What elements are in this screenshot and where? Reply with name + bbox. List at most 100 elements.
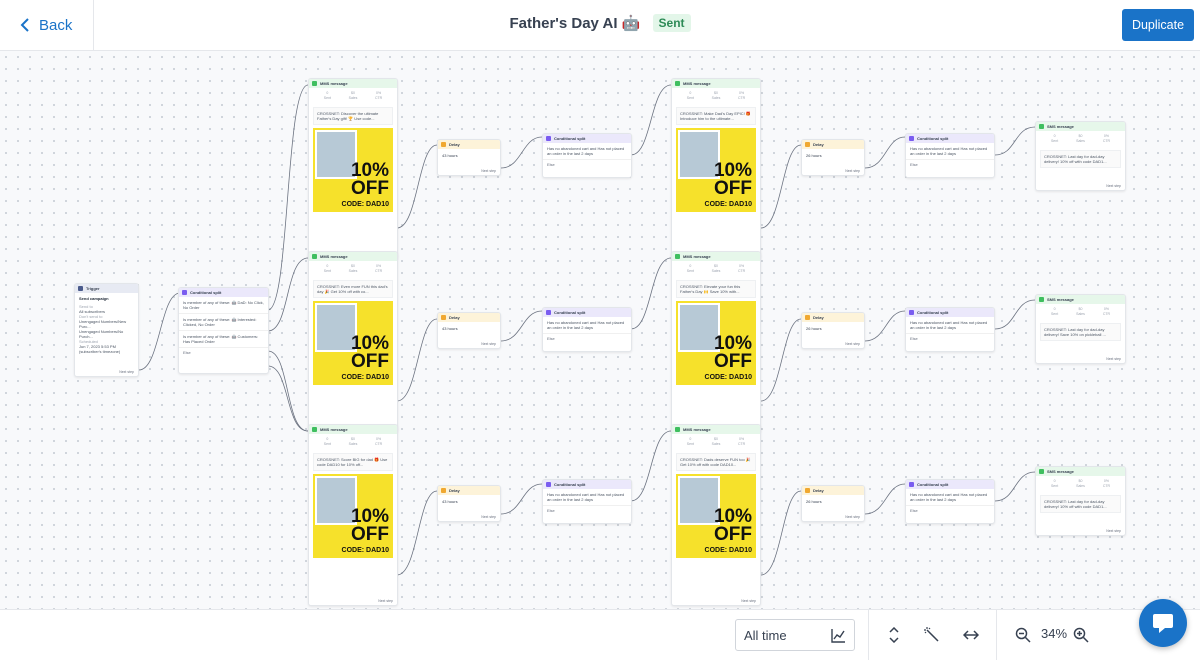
split-node[interactable]: Conditional split Has no abandoned cart … [905, 133, 995, 178]
stat-ctr: 0% CTR [1102, 307, 1111, 316]
split-icon [909, 310, 914, 315]
mms-header: MMS message [309, 425, 397, 434]
message-icon [312, 254, 317, 259]
stat-sent: 0 Sent [1050, 307, 1059, 316]
next-step-label: Next step [741, 599, 756, 603]
delay-header: Delay [802, 140, 864, 149]
duplicate-button[interactable]: Duplicate [1122, 9, 1194, 41]
next-step-label: Next step [1106, 357, 1121, 361]
delay-node[interactable]: Delay 26 hours Next step [801, 139, 865, 176]
next-step-label: Next step [481, 342, 496, 346]
next-step-label: Next step [845, 169, 860, 173]
delay-header: Delay [802, 313, 864, 322]
mms-text: CROSSNET: Make Dad's Day EPIC! 🎁 Introdu… [676, 107, 756, 125]
stat-sales: $0 Sales [348, 264, 358, 273]
split-node[interactable]: Conditional split Has no abandoned cart … [542, 479, 632, 524]
connector [500, 136, 543, 169]
stat-sales: $0 Sales [348, 91, 358, 100]
mms-node[interactable]: MMS message 0 Sent $0 Sales 0% CTR CROSSNET… [308, 78, 398, 260]
split-header: Conditional split [543, 308, 631, 317]
promo-image: 10% OFF CODE: DAD10 [313, 301, 393, 385]
split-option: Is member of any of these: 🤖 Customers: … [179, 331, 268, 348]
split-header: Conditional split [906, 480, 994, 489]
message-icon [1039, 297, 1044, 302]
promo-offer: 10% OFF [350, 333, 389, 372]
sms-text: CROSSNET: Last day for dad-day delivery!… [1040, 150, 1121, 168]
mms-header: MMS message [672, 425, 760, 434]
promo-code: CODE: DAD10 [341, 201, 389, 208]
chat-support-button[interactable] [1139, 599, 1187, 647]
date-range-select[interactable]: All time [735, 619, 855, 651]
split-condition: Has no abandoned cart and Has not placed… [543, 143, 631, 160]
stat-ctr: 0% CTR [1102, 134, 1111, 143]
delay-node[interactable]: Delay 43 hours Next step [437, 139, 501, 176]
mms-header: MMS message [672, 252, 760, 261]
stat-sent: 0 Sent [686, 91, 694, 100]
split-node[interactable]: Conditional split Has no abandoned cart … [905, 307, 995, 352]
split-node[interactable]: Conditional split Has no abandoned cart … [905, 479, 995, 524]
connector [760, 144, 802, 229]
stat-sent: 0 Sent [686, 264, 694, 273]
expand-horizontal-button[interactable] [961, 625, 981, 645]
next-step-label: Next step [481, 169, 496, 173]
connector [994, 126, 1036, 156]
auto-layout-button[interactable] [922, 625, 942, 645]
connector [864, 483, 906, 515]
stat-ctr: 0% CTR [1102, 479, 1111, 488]
split-node[interactable]: Conditional split Has no abandoned cart … [542, 307, 632, 352]
zoom-out-button[interactable] [1013, 625, 1033, 645]
connector [267, 84, 309, 311]
connector [994, 471, 1036, 502]
mms-node[interactable]: MMS message 0 Sent $0 Sales 0% CTR CROSSNET… [671, 424, 761, 606]
promo-image: 10% OFF CODE: DAD10 [313, 128, 393, 212]
stat-sales: $0 Sales [1076, 307, 1085, 316]
connector [267, 350, 309, 432]
promo-image: 10% OFF CODE: DAD10 [676, 474, 756, 558]
mms-header: MMS message [672, 79, 760, 88]
next-step-label: Next step [481, 515, 496, 519]
stats-row: 0 Sent $0 Sales 0% CTR [309, 261, 397, 277]
mms-node[interactable]: MMS message 0 Sent $0 Sales 0% CTR CROSSNET… [308, 251, 398, 433]
split-header: Conditional split [906, 134, 994, 143]
stat-sales: $0 Sales [1076, 479, 1085, 488]
delay-node[interactable]: Delay 26 hours Next step [801, 485, 865, 522]
delay-duration: 43 hours [442, 499, 458, 504]
split-option: Is member of any of these: 🤖 DaD: No Cli… [179, 297, 268, 314]
arrows-horizontal-icon [963, 630, 979, 640]
sms-node[interactable]: SMS message 0 Sent $0 Sales 0% CTR CROSSNET… [1035, 294, 1126, 364]
delay-node[interactable]: Delay 26 hours Next step [801, 312, 865, 349]
mms-text: CROSSNET: Discover the ultimate Father's… [313, 107, 393, 125]
message-icon [1039, 124, 1044, 129]
trigger-line: Unengaged Numbers/No Purch... [79, 329, 124, 339]
mms-node[interactable]: MMS message 0 Sent $0 Sales 0% CTR CROSSNET… [671, 251, 761, 433]
sms-node[interactable]: SMS message 0 Sent $0 Sales 0% CTR CROSSNET… [1035, 466, 1126, 536]
collapse-vertical-button[interactable] [884, 625, 904, 645]
connector [864, 310, 906, 342]
split-condition: Has no abandoned cart and Has not placed… [906, 317, 994, 334]
delay-node[interactable]: Delay 43 hours Next step [437, 485, 501, 522]
sms-header: SMS message [1036, 122, 1125, 131]
split-node-main[interactable]: Conditional split Is member of any of th… [178, 287, 269, 374]
split-else: Else [910, 336, 918, 341]
message-icon [312, 427, 317, 432]
flow-canvas[interactable]: Trigger Send campaign Send to All subscr… [0, 51, 1200, 609]
split-condition: Has no abandoned cart and Has not placed… [543, 317, 631, 334]
split-option: Is member of any of these: 🤖 Interested:… [179, 314, 268, 331]
delay-header: Delay [438, 486, 500, 495]
stats-row: 0 Sent $0 Sales 0% CTR [1036, 304, 1125, 320]
zoom-in-icon [1073, 627, 1089, 643]
promo-offer: 10% OFF [350, 160, 389, 199]
promo-image: 10% OFF CODE: DAD10 [676, 301, 756, 385]
mms-node[interactable]: MMS message 0 Sent $0 Sales 0% CTR CROSSNET… [308, 424, 398, 606]
mms-node[interactable]: MMS message 0 Sent $0 Sales 0% CTR CROSSNET… [671, 78, 761, 260]
clock-icon [805, 142, 810, 147]
trigger-node[interactable]: Trigger Send campaign Send to All subscr… [74, 283, 139, 377]
stat-sent: 0 Sent [1050, 479, 1059, 488]
delay-node[interactable]: Delay 43 hours Next step [437, 312, 501, 349]
zoom-in-button[interactable] [1071, 625, 1091, 645]
stat-sent: 0 Sent [323, 91, 331, 100]
split-node[interactable]: Conditional split Has no abandoned cart … [542, 133, 632, 178]
clock-icon [441, 315, 446, 320]
chat-bubble-icon [1153, 614, 1173, 633]
sms-node[interactable]: SMS message 0 Sent $0 Sales 0% CTR CROSSNET… [1035, 121, 1126, 191]
